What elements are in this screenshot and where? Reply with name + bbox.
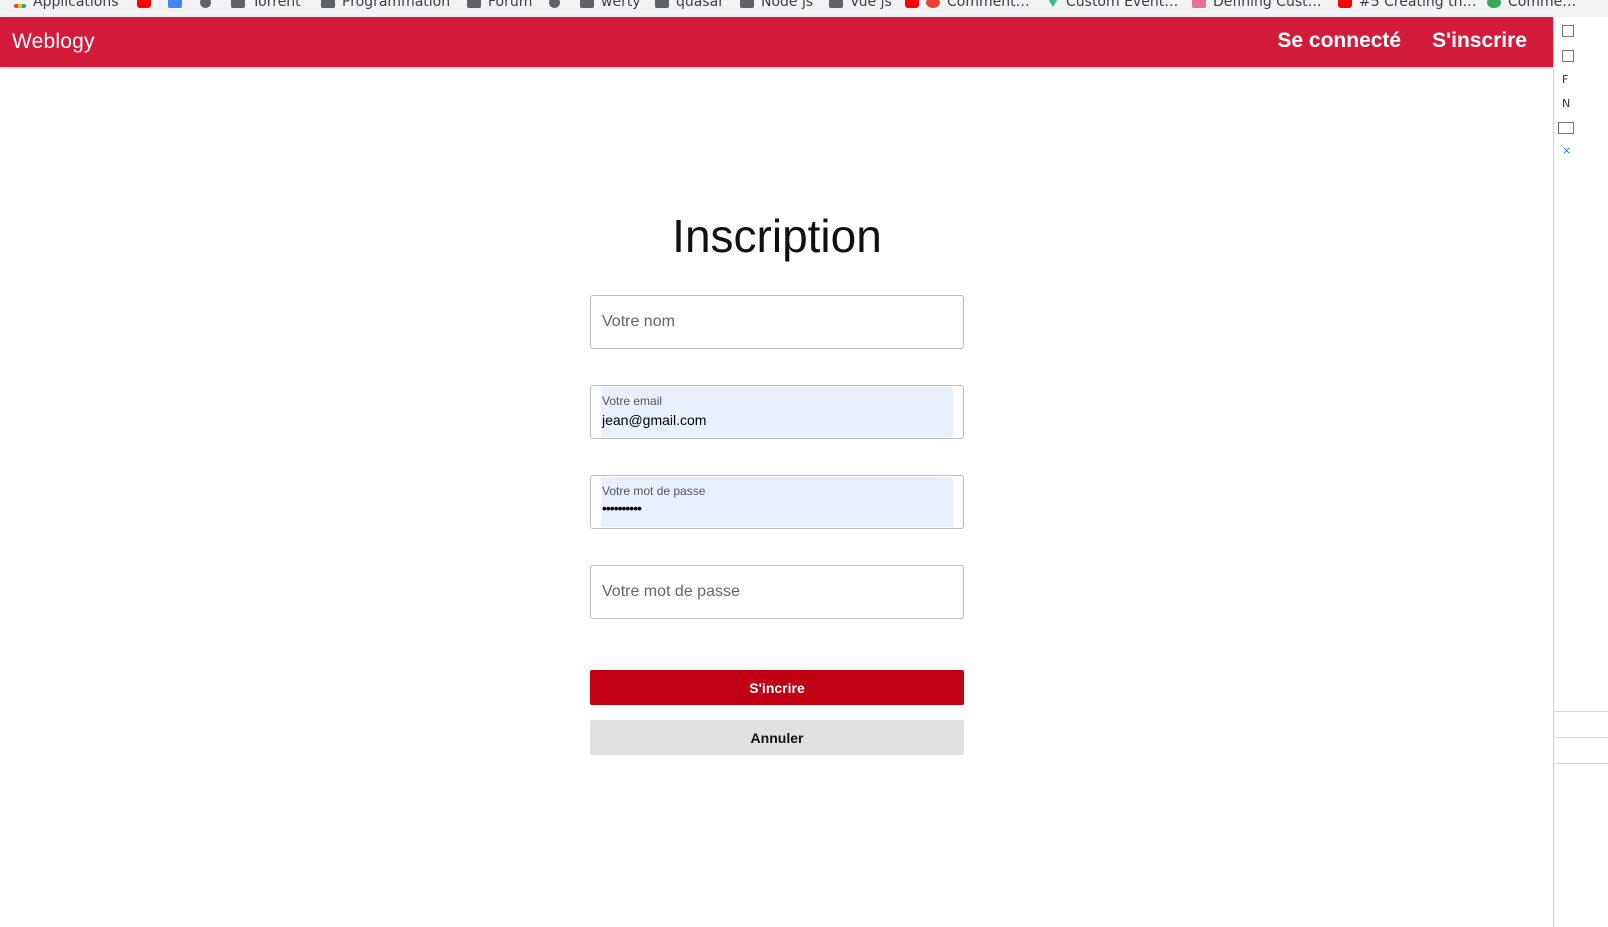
devtools-panel: F N ×	[1553, 17, 1608, 927]
bookmark-circle[interactable]	[200, 0, 218, 11]
bookmark-youtube[interactable]	[137, 0, 158, 11]
devtools-divider	[1554, 763, 1608, 764]
password-label: Votre mot de passe	[602, 484, 706, 498]
email-label: Votre email	[602, 394, 663, 408]
page-title: Inscription	[672, 210, 882, 262]
bookmark-nodejs[interactable]: Node js	[740, 0, 813, 11]
bookmark-defining-custom[interactable]: Defining Cust…	[1192, 0, 1322, 11]
bookmark-programmation[interactable]: Programmation	[321, 0, 450, 11]
folder-icon	[740, 0, 754, 8]
devtools-text: F	[1562, 73, 1569, 86]
folder-icon	[829, 0, 843, 8]
app-header: Weblogy Se connecté S'inscrire	[0, 17, 1553, 67]
youtube-icon	[137, 0, 151, 8]
email-value: jean@gmail.com	[602, 412, 707, 428]
cancel-button[interactable]: Annuler	[590, 720, 964, 755]
youtube-icon	[1338, 0, 1352, 8]
gear-icon	[549, 0, 560, 8]
youtube-icon	[905, 0, 919, 8]
apps-icon	[14, 4, 26, 8]
folder-icon	[231, 0, 245, 8]
devtools-text: N	[1562, 97, 1571, 110]
devtools-input[interactable]	[1558, 122, 1574, 134]
bookmark-vuejs[interactable]: Vue js	[829, 0, 892, 11]
page-icon	[1192, 0, 1206, 8]
name-placeholder: Votre nom	[602, 313, 675, 330]
link-icon	[1487, 0, 1501, 8]
brand-logo[interactable]: Weblogy	[12, 30, 95, 54]
circle-icon	[200, 0, 211, 8]
devtools-divider	[1554, 737, 1608, 738]
vue-icon	[1047, 0, 1059, 7]
devtools-checkbox[interactable]	[1562, 25, 1574, 37]
email-field[interactable]: Votre email jean@gmail.com	[590, 385, 964, 439]
password-value: ••••••••••	[602, 500, 642, 516]
translate-icon	[168, 0, 182, 8]
password-field[interactable]: Votre mot de passe ••••••••••	[590, 475, 964, 529]
folder-icon	[321, 0, 335, 8]
devtools-close-icon[interactable]: ×	[1562, 144, 1571, 157]
devtools-divider	[1554, 711, 1608, 712]
bookmark-applications[interactable]: Applications	[14, 0, 119, 11]
folder-icon	[580, 0, 594, 8]
bookmark-gear[interactable]	[549, 0, 567, 11]
bookmark-custom-event[interactable]: Custom Event…	[1047, 0, 1178, 11]
bookmark-torrent[interactable]: Torrent	[231, 0, 301, 11]
bookmark-comment[interactable]: Comment…	[905, 0, 1030, 11]
bookmarks-bar: Applications Torrent Programmation Forum…	[0, 0, 1608, 18]
bookmark-werty[interactable]: werty	[580, 0, 641, 11]
record-icon	[926, 0, 940, 8]
name-field[interactable]: Votre nom	[590, 295, 964, 349]
nav-login-link[interactable]: Se connecté	[1277, 29, 1401, 53]
nav-signup-link[interactable]: S'inscrire	[1432, 29, 1527, 53]
bookmark-translate[interactable]	[168, 0, 189, 11]
confirm-password-field[interactable]: Votre mot de passe	[590, 565, 964, 619]
devtools-checkbox[interactable]	[1562, 50, 1574, 62]
confirm-password-placeholder: Votre mot de passe	[602, 583, 740, 600]
bookmark-quasar[interactable]: quasar	[655, 0, 724, 11]
folder-icon	[467, 0, 481, 8]
folder-icon	[655, 0, 669, 8]
bookmark-creating[interactable]: #5 Creating th…	[1338, 0, 1476, 11]
header-nav: Se connecté S'inscrire	[1277, 29, 1527, 53]
bookmark-forum[interactable]: Forum	[467, 0, 532, 11]
bookmark-comme[interactable]: Comme…	[1487, 0, 1576, 11]
signup-button[interactable]: S'incrire	[590, 670, 964, 705]
